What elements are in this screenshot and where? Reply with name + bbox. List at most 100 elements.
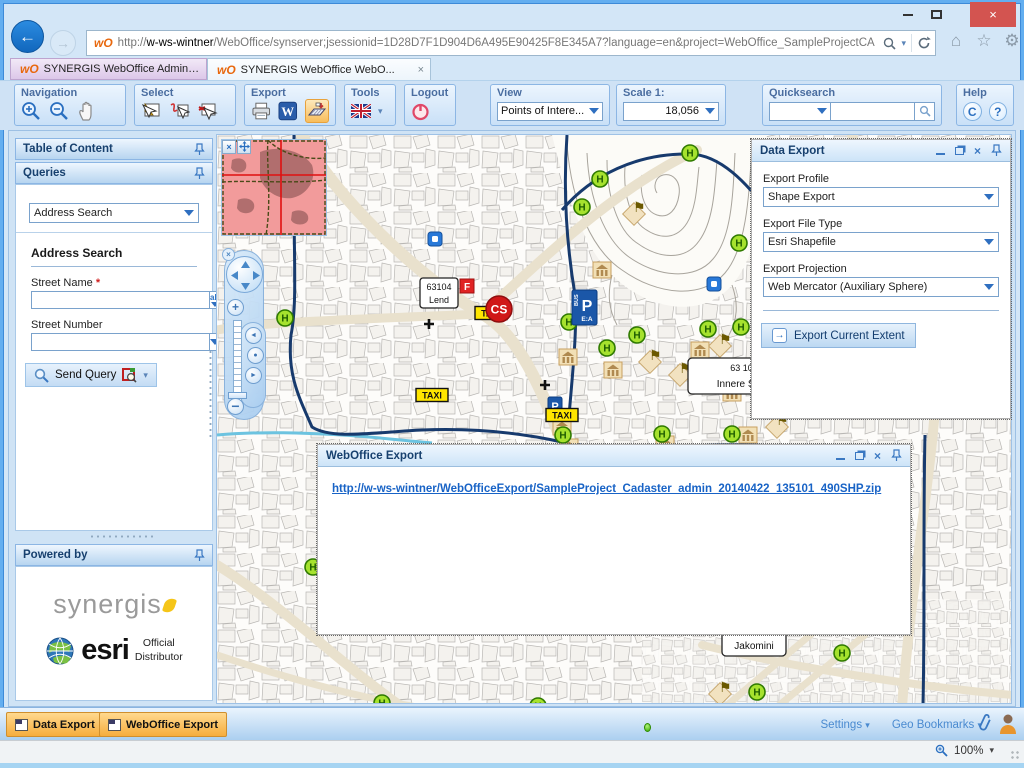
settings-gear-icon[interactable]: ⚙	[1000, 28, 1024, 54]
quicksearch-go-button[interactable]	[915, 102, 935, 121]
map-marker-bus-stop[interactable]: H	[592, 171, 608, 187]
tab-close-icon[interactable]: ×	[418, 64, 424, 76]
zoom-out-icon[interactable]	[49, 101, 70, 122]
map-marker-bus-stop[interactable]: H	[724, 426, 740, 442]
tab-weboffice-client-active[interactable]: wO SYNERGIS WebOffice WebO... ×	[207, 58, 431, 80]
address-bar[interactable]: wO http://w-ws-wintner/WebOffice/synserv…	[86, 30, 936, 56]
map-marker-fire[interactable]: F	[460, 279, 474, 293]
overview-close-button[interactable]: ×	[222, 140, 236, 154]
print-icon[interactable]	[251, 102, 271, 121]
weboffice-export-panel-titlebar[interactable]: WebOffice Export ×	[318, 445, 910, 467]
home-icon[interactable]: ⌂	[944, 28, 968, 54]
panel-header-powered-by[interactable]: Powered by	[15, 544, 213, 566]
zoom-in-button[interactable]: +	[227, 299, 244, 316]
forward-button[interactable]: →	[50, 30, 76, 56]
map-marker-building[interactable]	[593, 262, 611, 278]
map-marker-bus-stop[interactable]: H	[834, 645, 850, 661]
full-extent-button[interactable]: ●	[247, 347, 264, 364]
export-profile-select[interactable]: Shape Export	[763, 187, 999, 207]
tools-dropdown-caret[interactable]: ▾	[378, 106, 383, 117]
view-select[interactable]: Points of Intere...	[497, 102, 603, 121]
select-rectangle-icon[interactable]	[141, 101, 162, 121]
overview-move-button[interactable]	[237, 140, 251, 154]
restore-icon[interactable]	[855, 452, 864, 460]
map-marker-cs[interactable]: CS	[486, 296, 512, 322]
data-export-panel-titlebar[interactable]: Data Export ×	[752, 140, 1010, 162]
pan-rose-control[interactable]	[226, 256, 263, 293]
map-marker-bus-stop[interactable]: H	[682, 145, 698, 161]
restore-icon[interactable]	[955, 147, 964, 155]
panel-header-table-of-content[interactable]: Table of Content	[15, 138, 213, 160]
map-marker-bus-stop[interactable]: H	[374, 695, 390, 704]
map-marker-bus-stop[interactable]: H	[555, 427, 571, 443]
map-marker-building[interactable]	[559, 349, 577, 365]
map-marker-bus-stop[interactable]: H	[277, 310, 293, 326]
query-select[interactable]: Address Search	[29, 203, 199, 223]
map-marker-info[interactable]	[707, 277, 721, 291]
minimize-icon[interactable]	[836, 457, 845, 460]
map-marker-bus-stop[interactable]: H	[731, 235, 747, 251]
deselect-icon[interactable]	[197, 101, 218, 121]
map-marker-bus-stop[interactable]: H	[733, 319, 749, 335]
shape-export-icon[interactable]	[307, 101, 327, 121]
window-minimize-button[interactable]	[893, 2, 922, 27]
export-projection-select[interactable]: Web Mercator (Auxiliary Sphere)	[763, 277, 999, 297]
language-uk-flag-icon[interactable]	[351, 104, 371, 118]
previous-extent-button[interactable]: ◄	[245, 327, 262, 344]
overview-map[interactable]: ×	[221, 139, 327, 236]
street-number-input[interactable]	[31, 333, 209, 351]
map-marker-taxi[interactable]: TAXI	[546, 409, 578, 422]
nav-widget-close-button[interactable]: ×	[222, 248, 235, 261]
export-filetype-select[interactable]: Esri Shapefile	[763, 232, 999, 252]
help-button[interactable]: ?	[989, 102, 1008, 121]
map-marker-info[interactable]	[428, 232, 442, 246]
settings-menu[interactable]: Settings ▾	[821, 719, 870, 731]
search-dropdown-caret[interactable]: ▾	[901, 38, 906, 49]
horizontal-splitter-handle[interactable]	[89, 534, 153, 539]
send-query-dropdown-caret[interactable]: ▾	[143, 370, 148, 381]
pin-icon[interactable]	[194, 549, 205, 562]
taskbar-button-data-export[interactable]: Data Export	[6, 712, 104, 737]
map-marker-bus-stop[interactable]: H	[574, 199, 590, 215]
export-download-link[interactable]: http://w-ws-wintner/WebOfficeExport/Samp…	[332, 483, 881, 495]
map-marker-bus-stop[interactable]: H	[629, 327, 645, 343]
zoom-in-icon[interactable]	[21, 101, 42, 122]
pin-icon[interactable]	[194, 167, 205, 180]
map-marker-bus-stop[interactable]: H	[749, 684, 765, 700]
minimize-icon[interactable]	[936, 152, 945, 155]
back-button[interactable]: ←	[11, 20, 44, 53]
quicksearch-category-select[interactable]	[769, 102, 831, 121]
map-marker-building[interactable]	[691, 342, 709, 358]
browser-zoom-control[interactable]: 100% ▾	[935, 744, 994, 757]
map-marker-bus-stop[interactable]: H	[654, 426, 670, 442]
zoom-slider-track[interactable]	[233, 320, 242, 402]
map-marker-building[interactable]	[739, 427, 757, 443]
map-marker-bus-stop[interactable]: H	[700, 321, 716, 337]
search-icon[interactable]	[883, 37, 896, 50]
zoom-out-button[interactable]: −	[227, 398, 244, 415]
map-marker-bus-stop[interactable]: H	[599, 340, 615, 356]
close-icon[interactable]: ×	[974, 146, 981, 156]
scale-input[interactable]: 18,056	[623, 102, 719, 121]
map-marker-building[interactable]	[604, 362, 622, 378]
export-current-extent-button[interactable]: → Export Current Extent	[761, 323, 916, 348]
taskbar-button-weboffice-export[interactable]: WebOffice Export	[99, 712, 227, 737]
tab-weboffice-administration[interactable]: wO SYNERGIS WebOffice Administ...	[10, 58, 207, 80]
close-icon[interactable]: ×	[874, 451, 881, 461]
map-marker-parking-bus[interactable]: P BUS E:A	[572, 290, 597, 325]
zoom-dropdown-caret[interactable]: ▾	[989, 745, 994, 756]
send-query-button[interactable]: Send Query ▾	[25, 363, 157, 387]
refresh-icon[interactable]	[917, 36, 931, 50]
street-name-input[interactable]	[31, 291, 209, 309]
copyright-button[interactable]: C	[963, 102, 982, 121]
pin-icon[interactable]	[194, 143, 205, 156]
pan-hand-icon[interactable]	[77, 101, 97, 122]
geo-bookmarks-menu[interactable]: Geo Bookmarks ▾	[892, 719, 982, 731]
paperclip-icon[interactable]	[972, 712, 992, 734]
panel-header-queries[interactable]: Queries	[15, 162, 213, 184]
word-export-icon[interactable]: W	[278, 101, 298, 121]
user-avatar-icon[interactable]	[998, 712, 1018, 734]
window-maximize-button[interactable]	[922, 2, 951, 27]
pin-icon[interactable]	[991, 144, 1002, 157]
map-marker-taxi[interactable]: TAXI	[416, 389, 448, 402]
